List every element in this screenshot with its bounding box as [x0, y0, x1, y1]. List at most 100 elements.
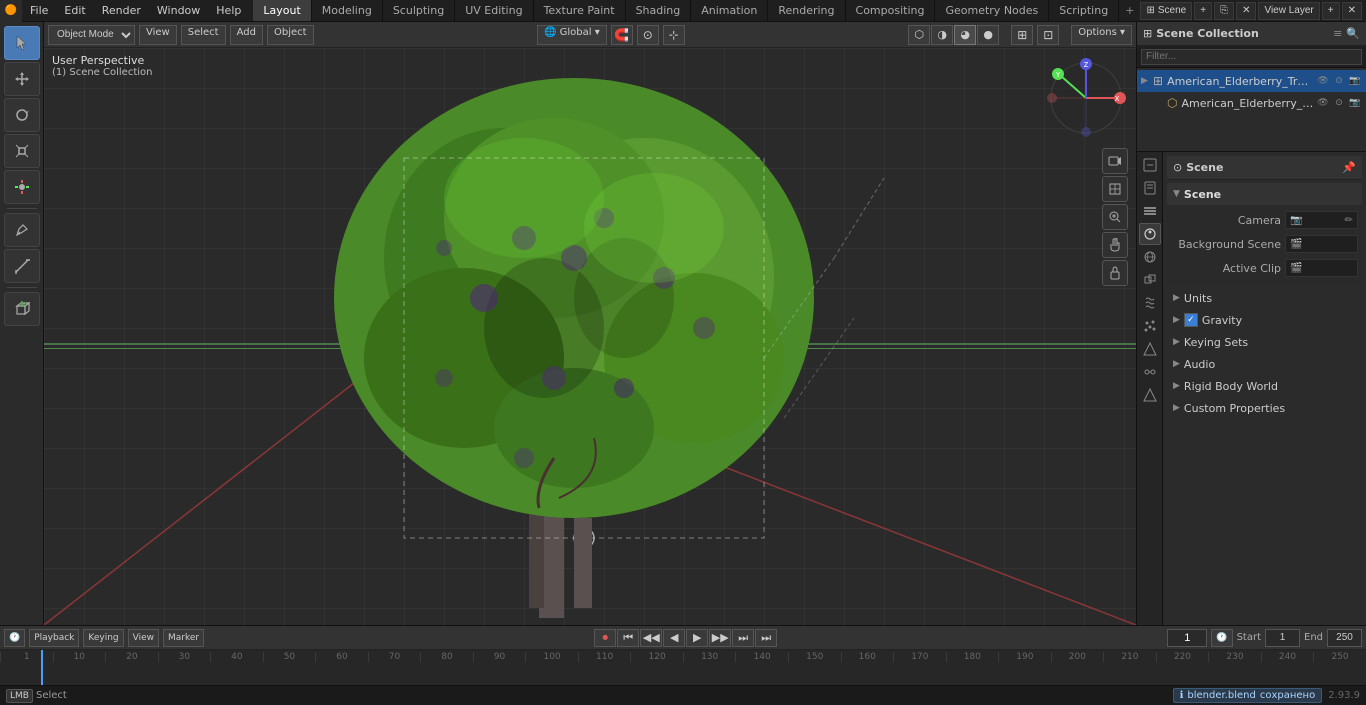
solid-shading[interactable]: ◑ [931, 25, 953, 45]
add-menu[interactable]: Add [230, 25, 263, 45]
rotate-tool[interactable] [4, 98, 40, 132]
props-tab-constraints[interactable] [1139, 361, 1161, 383]
tab-layout[interactable]: Layout [253, 0, 311, 21]
cursor-snap[interactable]: ⊹ [663, 25, 685, 45]
audio-section[interactable]: ▶ Audio [1167, 353, 1362, 375]
props-tab-particles[interactable] [1139, 315, 1161, 337]
material-preview[interactable]: ◕ [954, 25, 976, 45]
keying-menu[interactable]: Keying [83, 629, 123, 647]
camera-edit-btn[interactable]: ✏ [1345, 215, 1353, 226]
rendered-shading[interactable]: ● [977, 25, 999, 45]
view-layer-add-btn[interactable]: + [1322, 2, 1340, 20]
blender-logo[interactable]: 🟠 [0, 0, 22, 22]
props-tab-world[interactable] [1139, 246, 1161, 268]
outliner-filter-btn[interactable]: ≡ [1333, 27, 1342, 40]
props-tab-scene[interactable] [1139, 223, 1161, 245]
scene-add-btn[interactable]: + [1194, 2, 1212, 20]
menu-edit[interactable]: Edit [56, 0, 93, 21]
tab-texture-paint[interactable]: Texture Paint [534, 0, 626, 21]
next-key-btn[interactable]: ⏭ [732, 629, 754, 647]
overlay-toggle[interactable]: ⊞ [1011, 25, 1033, 45]
playback-menu[interactable]: Playback [29, 629, 79, 647]
last-frame-btn[interactable]: ⏭ [755, 629, 777, 647]
props-tab-render[interactable] [1139, 154, 1161, 176]
item-select-0[interactable]: ⊙ [1332, 74, 1346, 88]
clock-btn[interactable]: 🕐 [1211, 629, 1232, 647]
zoom-btn[interactable] [1102, 204, 1128, 230]
play-btn[interactable]: ▶ [686, 629, 708, 647]
menu-file[interactable]: File [22, 0, 56, 21]
custom-props-section[interactable]: ▶ Custom Properties [1167, 397, 1362, 419]
scene-dropdown-btn[interactable]: ⊞ Scene [1140, 2, 1192, 20]
start-frame-input[interactable] [1265, 629, 1300, 647]
current-frame-input[interactable] [1167, 629, 1207, 647]
scene-section-header[interactable]: ▼ Scene [1167, 183, 1362, 205]
gizmo-container[interactable]: X Y Z [1046, 58, 1126, 138]
grid-view-btn[interactable] [1102, 176, 1128, 202]
viewport-3d[interactable]: User Perspective (1) Scene Collection X … [44, 48, 1136, 625]
units-section[interactable]: ▶ Units [1167, 287, 1362, 309]
menu-help[interactable]: Help [208, 0, 249, 21]
timeline-type-btn[interactable]: 🕐 [4, 629, 25, 647]
props-pin-btn[interactable]: 📌 [1342, 161, 1356, 174]
props-tab-modifier[interactable] [1139, 292, 1161, 314]
record-btn[interactable]: ⏺ [594, 629, 616, 647]
tab-sculpting[interactable]: Sculpting [383, 0, 455, 21]
add-cube-tool[interactable] [4, 292, 40, 326]
tab-animation[interactable]: Animation [691, 0, 768, 21]
proportional-edit[interactable]: ⊙ [637, 25, 659, 45]
item-arrow-1[interactable]: ▶ [1155, 98, 1165, 108]
first-frame-btn[interactable]: ⏮ [617, 629, 639, 647]
move-tool[interactable] [4, 62, 40, 96]
object-menu[interactable]: Object [267, 25, 314, 45]
keying-sets-section[interactable]: ▶ Keying Sets [1167, 331, 1362, 353]
prev-key-btn[interactable]: ◀◀ [640, 629, 662, 647]
tab-uv-editing[interactable]: UV Editing [455, 0, 533, 21]
transform-tool[interactable] [4, 170, 40, 204]
camera-value[interactable]: 📷 ✏ [1285, 211, 1358, 229]
view-layer-delete-btn[interactable]: ✕ [1342, 2, 1362, 20]
annotate-tool[interactable] [4, 213, 40, 247]
tab-geometry-nodes[interactable]: Geometry Nodes [935, 0, 1049, 21]
rigid-body-section[interactable]: ▶ Rigid Body World [1167, 375, 1362, 397]
box-select-btn[interactable] [1102, 260, 1128, 286]
item-eye-1[interactable]: 👁 [1316, 96, 1330, 110]
props-tab-physics[interactable] [1139, 338, 1161, 360]
outliner-search-btn[interactable]: 🔍 [1346, 27, 1360, 40]
outliner-search-input[interactable] [1141, 49, 1362, 65]
tab-rendering[interactable]: Rendering [768, 0, 845, 21]
background-scene-value[interactable]: 🎬 [1285, 235, 1358, 253]
mode-select[interactable]: Object Mode [48, 25, 135, 45]
tab-shading[interactable]: Shading [626, 0, 692, 21]
outliner-item-0[interactable]: ▶ ⊞ American_Elderberry_Tree_w 👁 ⊙ 📷 [1137, 70, 1366, 92]
options-menu[interactable]: Options ▾ [1071, 25, 1132, 45]
props-tab-data[interactable] [1139, 384, 1161, 406]
item-render-0[interactable]: 📷 [1348, 74, 1362, 88]
transform-global[interactable]: 🌐 Global ▾ [537, 25, 607, 45]
camera-perspective-btn[interactable] [1102, 148, 1128, 174]
item-arrow-0[interactable]: ▶ [1141, 76, 1151, 86]
gravity-arrow[interactable]: ▶ [1173, 315, 1180, 325]
wireframe-shading[interactable]: ⬡ [908, 25, 930, 45]
cursor-tool[interactable] [4, 26, 40, 60]
scale-tool[interactable] [4, 134, 40, 168]
menu-window[interactable]: Window [149, 0, 208, 21]
view-menu[interactable]: View [139, 25, 177, 45]
tab-compositing[interactable]: Compositing [846, 0, 936, 21]
active-clip-value[interactable]: 🎬 [1285, 259, 1358, 277]
view-layer-btn[interactable]: View Layer [1258, 2, 1319, 20]
item-select-1[interactable]: ⊙ [1332, 96, 1346, 110]
props-tab-output[interactable] [1139, 177, 1161, 199]
props-tab-object[interactable] [1139, 269, 1161, 291]
end-frame-input[interactable] [1327, 629, 1362, 647]
menu-render[interactable]: Render [94, 0, 149, 21]
measure-tool[interactable] [4, 249, 40, 283]
item-eye-0[interactable]: 👁 [1316, 74, 1330, 88]
next-frame-btn[interactable]: ▶▶ [709, 629, 731, 647]
timeline-content[interactable]: 1102030405060708090100110120130140150160… [0, 650, 1366, 685]
scene-copy-btn[interactable]: ⎘ [1214, 2, 1234, 20]
view-menu-tl[interactable]: View [128, 629, 159, 647]
props-tab-view-layer[interactable] [1139, 200, 1161, 222]
tab-modeling[interactable]: Modeling [312, 0, 383, 21]
scene-delete-btn[interactable]: ✕ [1236, 2, 1256, 20]
